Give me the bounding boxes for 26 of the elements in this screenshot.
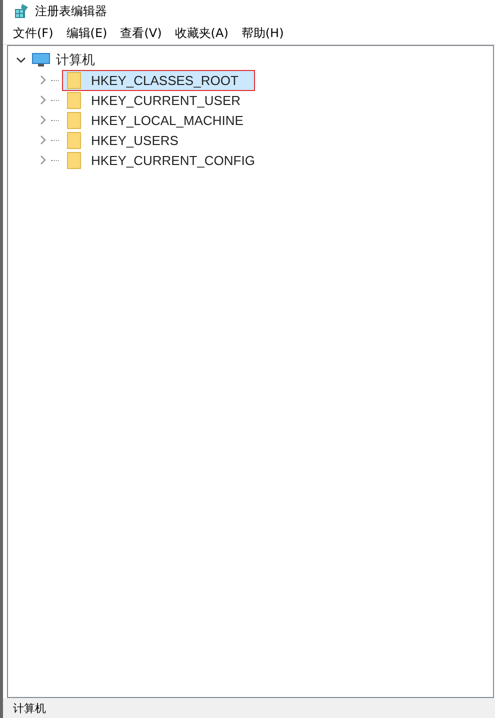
folder-icon: [67, 152, 81, 168]
tree-item[interactable]: HKEY_CURRENT_CONFIG: [91, 152, 255, 168]
folder-icon: [67, 112, 81, 128]
tree-row[interactable]: HKEY_CURRENT_CONFIG: [62, 150, 272, 170]
computer-icon: [32, 53, 50, 67]
menu-item[interactable]: 帮助(H): [241, 24, 284, 42]
tree-item[interactable]: 计算机: [56, 51, 95, 69]
chevron-icon[interactable]: [16, 55, 26, 65]
tree-row[interactable]: HKEY_CURRENT_USER: [62, 90, 258, 110]
tree-item[interactable]: HKEY_USERS: [91, 132, 178, 148]
folder-icon: [67, 92, 81, 108]
window-title: 注册表编辑器: [35, 2, 107, 20]
registry-icon: [13, 3, 29, 19]
menu-item[interactable]: 查看(V): [120, 24, 162, 42]
highlight-frame[interactable]: HKEY_CLASSES_ROOT: [62, 70, 256, 90]
menu-item[interactable]: 收藏夹(A): [174, 24, 228, 42]
status-text: 计算机: [13, 700, 46, 716]
tree-item[interactable]: HKEY_LOCAL_MACHINE: [91, 112, 244, 128]
tree-item[interactable]: HKEY_CLASSES_ROOT: [91, 72, 238, 88]
folder-icon: [67, 132, 81, 148]
tree-row[interactable]: HKEY_USERS: [62, 130, 196, 150]
tree-item[interactable]: HKEY_CURRENT_USER: [91, 92, 241, 108]
folder-icon: [67, 72, 81, 88]
menu-item[interactable]: 编辑(E): [66, 24, 108, 42]
tree-row[interactable]: HKEY_LOCAL_MACHINE: [62, 110, 260, 130]
menu-item[interactable]: 文件(F): [13, 24, 54, 42]
